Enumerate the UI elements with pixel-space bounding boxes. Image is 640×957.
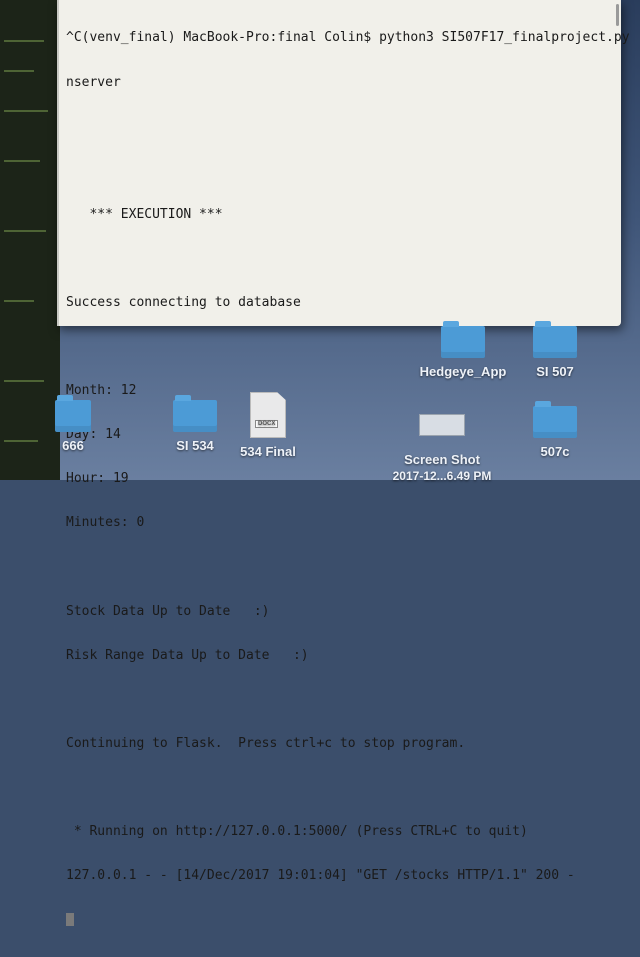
- desktop-icon-666[interactable]: 666: [48, 395, 98, 453]
- desktop-icon-si507[interactable]: SI 507: [520, 321, 590, 379]
- icon-label: 507c: [540, 444, 570, 459]
- terminal-line: Continuing to Flask. Press ctrl+c to sto…: [66, 735, 466, 751]
- folder-icon: [533, 401, 577, 438]
- folder-icon: [533, 321, 577, 358]
- desktop-icon-hedgeye-app[interactable]: Hedgeye_App: [408, 321, 518, 379]
- docx-tag: DOCX: [255, 420, 279, 428]
- folder-icon: [441, 321, 485, 358]
- terminal-line: Minutes: 0: [66, 515, 145, 531]
- terminal-line: * Running on http://127.0.0.1:5000/ (Pre…: [66, 824, 528, 840]
- terminal-cursor-line: [66, 913, 614, 928]
- icon-label: SI 534: [176, 438, 214, 453]
- desktop-icon-si534[interactable]: SI 534: [160, 395, 230, 453]
- terminal-line: Month: 12: [66, 383, 137, 399]
- icon-label: Screen Shot: [404, 452, 480, 467]
- code-line: [4, 40, 44, 42]
- terminal-window[interactable]: ^C(venv_final) MacBook-Pro:final Colin$ …: [57, 0, 630, 927]
- terminal-line: 127.0.0.1 - - [14/Dec/2017 19:01:04] "GE…: [66, 868, 575, 884]
- terminal-line: Risk Range Data Up to Date :): [66, 647, 309, 663]
- desktop-icon-screenshot[interactable]: Screen Shot 2017-12...6.49 PM: [382, 414, 502, 483]
- terminal-line: *** EXECUTION ***: [66, 206, 223, 222]
- desktop-icon-534-final[interactable]: DOCX 534 Final: [228, 392, 308, 459]
- icon-label: 666: [62, 438, 84, 453]
- icon-label: SI 507: [536, 364, 574, 379]
- code-line: [4, 380, 44, 382]
- terminal-line: Success connecting to database: [66, 294, 301, 310]
- cursor-block: [66, 913, 74, 927]
- desktop-icon-507c[interactable]: 507c: [520, 401, 590, 459]
- code-line: [4, 230, 46, 232]
- folder-icon: [55, 395, 91, 432]
- icon-sublabel: 2017-12...6.49 PM: [392, 469, 492, 483]
- code-line: [4, 160, 40, 162]
- code-line: [4, 440, 38, 442]
- terminal-line: ^C(venv_final) MacBook-Pro:final Colin$ …: [66, 30, 630, 46]
- icon-label: 534 Final: [240, 444, 296, 459]
- folder-icon: [173, 395, 217, 432]
- docx-file-icon: DOCX: [250, 392, 286, 438]
- code-line: [4, 300, 34, 302]
- code-line: [4, 70, 34, 72]
- terminal-line: Stock Data Up to Date :): [66, 603, 270, 619]
- terminal-scrollbar[interactable]: [616, 4, 619, 26]
- icon-label: Hedgeye_App: [419, 364, 507, 379]
- screenshot-file-icon: [419, 414, 465, 436]
- code-line: [4, 110, 48, 112]
- terminal-line: nserver: [66, 74, 121, 90]
